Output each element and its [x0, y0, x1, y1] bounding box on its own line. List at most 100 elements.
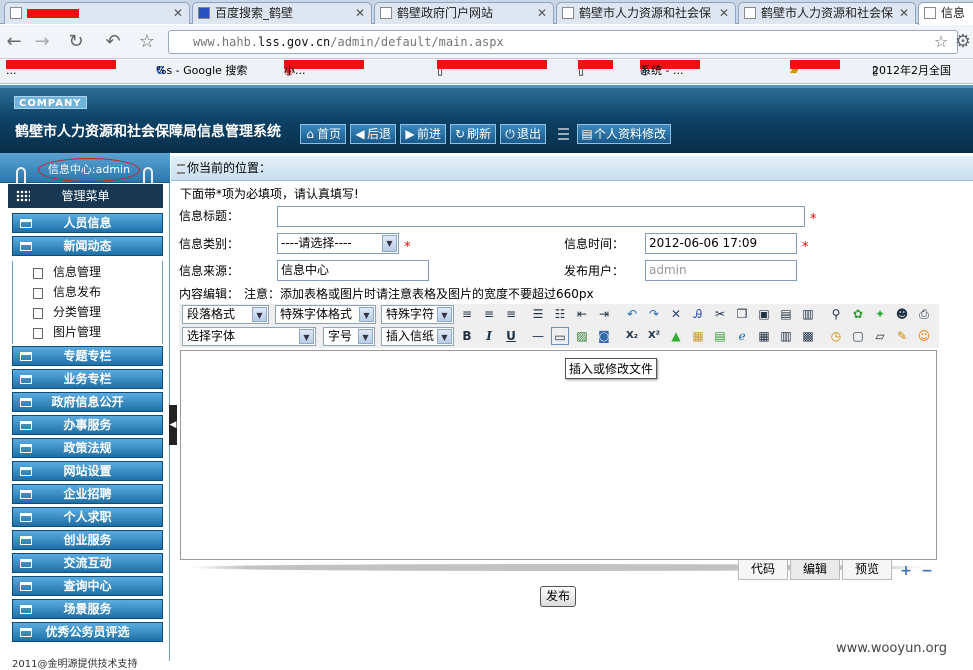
reload-icon[interactable]: ↻: [66, 32, 86, 52]
smiley-icon[interactable]: ☺: [915, 327, 933, 345]
user-input[interactable]: admin: [645, 260, 797, 281]
bookmark-star-icon[interactable]: ☆: [931, 32, 951, 52]
menu-item[interactable]: 查询中心: [12, 576, 163, 596]
remove-format-icon[interactable]: Ꭿ: [689, 305, 707, 323]
publish-button[interactable]: 发布: [540, 586, 576, 607]
browser-tab[interactable]: 鹤壁市人力资源和社会保 ✕: [738, 2, 916, 24]
browser-tab[interactable]: ✕: [4, 2, 190, 24]
insert-table-icon[interactable]: ▦: [755, 327, 773, 345]
paste-word-icon[interactable]: ▥: [799, 305, 817, 323]
back-icon[interactable]: ←: [4, 32, 24, 52]
source-input[interactable]: 信息中心: [277, 260, 429, 281]
back-button[interactable]: ◀ 后退: [350, 124, 397, 144]
superscript-icon[interactable]: X²: [645, 327, 663, 345]
calendar-icon[interactable]: ▢: [849, 327, 867, 345]
tab-edit[interactable]: 编辑: [790, 560, 840, 580]
ordered-list-icon[interactable]: ☷: [551, 305, 569, 323]
forward-icon[interactable]: →: [32, 32, 52, 52]
submenu-item-info-publish[interactable]: 信息发布: [32, 282, 101, 302]
star-icon[interactable]: ☆: [137, 32, 157, 52]
cut-icon[interactable]: ✂: [711, 305, 729, 323]
profile-button[interactable]: ▤个人资料修改: [577, 124, 672, 144]
find-icon[interactable]: ⚲: [827, 305, 845, 323]
refresh-button[interactable]: ↻ 刷新: [450, 124, 497, 144]
menu-item[interactable]: 交流互动: [12, 553, 163, 573]
title-input[interactable]: [277, 206, 805, 227]
time-input[interactable]: 2012-06-06 17:09: [645, 233, 797, 254]
font-size-select[interactable]: 字号 ▼: [323, 327, 375, 346]
menu-item-news[interactable]: 新闻动态: [12, 236, 163, 256]
hyperlink-icon[interactable]: ℯ: [733, 327, 751, 345]
menu-item[interactable]: 个人求职: [12, 507, 163, 527]
menu-item-personnel[interactable]: 人员信息: [12, 213, 163, 233]
url-bar[interactable]: www.hahb.lss.gov.cn/admin/default/main.a…: [168, 30, 958, 54]
bold-icon[interactable]: B: [458, 327, 476, 345]
comment-icon[interactable]: ▱: [871, 327, 889, 345]
table-cells-icon[interactable]: ▩: [799, 327, 817, 345]
home-button[interactable]: ⌂ 首页: [300, 124, 347, 144]
menu-item[interactable]: 网站设置: [12, 461, 163, 481]
background-color-icon[interactable]: ▦: [689, 327, 707, 345]
minus-icon[interactable]: −: [921, 564, 933, 578]
paste-icon[interactable]: ▣: [755, 305, 773, 323]
edit-icon[interactable]: ✎: [893, 327, 911, 345]
font-select[interactable]: 选择字体 ▼: [182, 327, 316, 346]
menu-item[interactable]: 优秀公务员评选: [12, 622, 163, 642]
menu-item[interactable]: 专题专栏: [12, 346, 163, 366]
browser-tab[interactable]: 鹤壁政府门户网站 ✕: [374, 2, 554, 24]
insert-rows-icon[interactable]: ▤: [711, 327, 729, 345]
undo-icon[interactable]: ↶: [103, 32, 123, 52]
subscript-icon[interactable]: X₂: [623, 327, 641, 345]
undo-icon[interactable]: ↶: [623, 305, 641, 323]
special-font-select[interactable]: 特殊字体格式 ▼: [275, 305, 376, 324]
menu-item[interactable]: 办事服务: [12, 415, 163, 435]
plus-icon[interactable]: +: [900, 564, 912, 578]
emoticon-icon[interactable]: ✿: [849, 305, 867, 323]
outdent-icon[interactable]: ⇤: [573, 305, 591, 323]
close-icon[interactable]: ✕: [537, 3, 547, 23]
align-center-icon[interactable]: ≡: [480, 305, 498, 323]
submenu-item-category-manage[interactable]: 分类管理: [32, 302, 101, 322]
unordered-list-icon[interactable]: ☰: [529, 305, 547, 323]
browser-tab[interactable]: 百度搜索_鹤壁 ✕: [192, 2, 372, 24]
underline-icon[interactable]: U: [502, 327, 520, 345]
text-color-icon[interactable]: ▲: [667, 327, 685, 345]
align-right-icon[interactable]: ≡: [502, 305, 520, 323]
logout-button[interactable]: ⏻ 退出: [500, 124, 547, 144]
close-icon[interactable]: ✕: [355, 3, 365, 23]
submenu-item-image-manage[interactable]: 图片管理: [32, 322, 101, 342]
qq-icon[interactable]: ☻: [893, 305, 911, 323]
menu-item[interactable]: 政府信息公开: [12, 392, 163, 412]
close-icon[interactable]: ✕: [719, 3, 729, 23]
paste-text-icon[interactable]: ▤: [777, 305, 795, 323]
tab-preview[interactable]: 预览: [842, 560, 892, 580]
menu-item[interactable]: 业务专栏: [12, 369, 163, 389]
menu-item[interactable]: 场景服务: [12, 599, 163, 619]
flash-icon[interactable]: ✦: [871, 305, 889, 323]
menu-item[interactable]: 政策法规: [12, 438, 163, 458]
italic-icon[interactable]: I: [480, 327, 498, 345]
letterhead-select[interactable]: 插入信纸 ▼: [381, 327, 454, 346]
tab-code[interactable]: 代码: [738, 560, 788, 580]
table-properties-icon[interactable]: ▥: [777, 327, 795, 345]
indent-icon[interactable]: ⇥: [595, 305, 613, 323]
redo-icon[interactable]: ↷: [645, 305, 663, 323]
special-char-select[interactable]: 特殊字符 ▼: [381, 305, 454, 324]
close-icon[interactable]: ✕: [899, 3, 909, 23]
align-left-icon[interactable]: ≡: [458, 305, 476, 323]
insert-media-icon[interactable]: ◙: [595, 327, 613, 345]
content-editor[interactable]: [180, 350, 937, 560]
submenu-item-info-manage[interactable]: 信息管理: [32, 262, 101, 282]
paragraph-format-select[interactable]: 段落格式 ▼: [182, 305, 269, 324]
close-icon[interactable]: ✕: [173, 3, 183, 23]
collapse-sidebar-handle[interactable]: ◀: [169, 405, 177, 445]
clock-icon[interactable]: ◷: [827, 327, 845, 345]
browser-tab-active[interactable]: 信息: [918, 2, 973, 25]
delete-icon[interactable]: ✕: [667, 305, 685, 323]
menu-item[interactable]: 创业服务: [12, 530, 163, 550]
insert-file-icon[interactable]: ▭: [551, 327, 569, 345]
category-select[interactable]: ----请选择---- ▼: [277, 233, 399, 254]
forward-button[interactable]: ▶ 前进: [400, 124, 447, 144]
browser-tab[interactable]: 鹤壁市人力资源和社会保 ✕: [556, 2, 736, 24]
copy-icon[interactable]: ❐: [733, 305, 751, 323]
